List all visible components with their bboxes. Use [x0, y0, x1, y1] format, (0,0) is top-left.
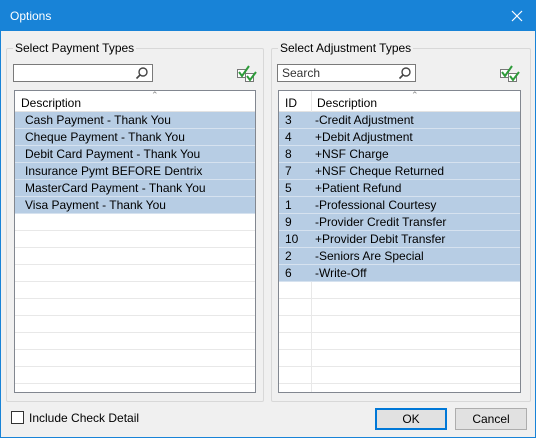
cell-description: -Professional Courtesy	[315, 198, 437, 212]
cell-id: 1	[285, 198, 292, 212]
cell-description: -Seniors Are Special	[315, 249, 424, 263]
column-header-id[interactable]: ID	[279, 91, 311, 111]
include-check-detail-checkbox[interactable]	[11, 411, 24, 424]
cell-description: +Patient Refund	[315, 181, 402, 195]
column-header-description[interactable]: Description	[15, 91, 255, 111]
cell-description: -Credit Adjustment	[315, 113, 414, 127]
payment-types-group-label: Select Payment Types	[13, 41, 137, 55]
adjustment-search-input[interactable]	[280, 65, 394, 81]
payment-search-input[interactable]	[16, 65, 130, 81]
payment-types-list[interactable]: Description ⌃ Cash Payment - Thank You Ch…	[14, 90, 256, 393]
cell-id: 6	[285, 266, 292, 280]
table-row[interactable]: 5 +Patient Refund	[279, 180, 520, 197]
include-check-detail-label: Include Check Detail	[29, 411, 140, 425]
cell-id: 9	[285, 215, 292, 229]
select-all-check-icon[interactable]	[499, 64, 521, 84]
table-row[interactable]: Visa Payment - Thank You	[15, 197, 255, 214]
cell-description: Debit Card Payment - Thank You	[25, 147, 201, 161]
empty-row	[15, 299, 255, 316]
table-row[interactable]: 1 -Professional Courtesy	[279, 197, 520, 214]
empty-row	[15, 282, 255, 299]
cell-id: 5	[285, 181, 292, 195]
payment-list-header: Description ⌃	[15, 91, 255, 112]
cell-description: -Write-Off	[315, 266, 367, 280]
table-row[interactable]: 3 -Credit Adjustment	[279, 112, 520, 129]
cell-description: Insurance Pymt BEFORE Dentrix	[25, 164, 203, 178]
empty-row	[15, 214, 255, 231]
cell-description: Cash Payment - Thank You	[25, 113, 171, 127]
cell-description: +Debit Adjustment	[315, 130, 413, 144]
empty-row	[15, 333, 255, 350]
adjustment-types-group-label: Select Adjustment Types	[278, 41, 414, 55]
table-row[interactable]: Cash Payment - Thank You	[15, 112, 255, 129]
cell-description: +NSF Cheque Returned	[315, 164, 445, 178]
cell-id: 3	[285, 113, 292, 127]
table-row[interactable]: 4 +Debit Adjustment	[279, 129, 520, 146]
adjustment-types-list[interactable]: ID Description ⌃ 3 -Credit Adjustment 4 +De…	[278, 90, 521, 393]
cell-id: 10	[285, 232, 299, 246]
window-title: Options	[10, 9, 52, 23]
select-all-check-icon[interactable]	[236, 64, 258, 84]
search-icon[interactable]	[398, 66, 412, 80]
cancel-button[interactable]: Cancel	[455, 408, 527, 430]
empty-row	[15, 350, 255, 367]
cell-description: +Provider Debit Transfer	[315, 232, 446, 246]
table-row[interactable]: 2 -Seniors Are Special	[279, 248, 520, 265]
cell-id: 7	[285, 164, 292, 178]
cell-description: Cheque Payment - Thank You	[25, 130, 185, 144]
empty-row	[15, 316, 255, 333]
table-row[interactable]: 8 +NSF Charge	[279, 146, 520, 163]
empty-row	[15, 231, 255, 248]
empty-row	[15, 384, 255, 392]
empty-row	[279, 333, 520, 350]
sort-ascending-icon: ⌃	[151, 90, 159, 100]
cell-description: Visa Payment - Thank You	[25, 198, 166, 212]
ok-button[interactable]: OK	[375, 408, 447, 430]
payment-search-box[interactable]	[13, 64, 153, 82]
close-button[interactable]	[499, 1, 535, 31]
table-row[interactable]: 6 -Write-Off	[279, 265, 520, 282]
empty-row	[15, 248, 255, 265]
table-row[interactable]: Insurance Pymt BEFORE Dentrix	[15, 163, 255, 180]
table-row[interactable]: 9 -Provider Credit Transfer	[279, 214, 520, 231]
close-icon	[511, 10, 523, 22]
table-row[interactable]: MasterCard Payment - Thank You	[15, 180, 255, 197]
table-row[interactable]: Cheque Payment - Thank You	[15, 129, 255, 146]
sort-ascending-icon: ⌃	[411, 90, 419, 100]
cell-description: MasterCard Payment - Thank You	[25, 181, 206, 195]
cell-id: 8	[285, 147, 292, 161]
empty-row	[279, 316, 520, 333]
table-row[interactable]: Debit Card Payment - Thank You	[15, 146, 255, 163]
table-row[interactable]: 7 +NSF Cheque Returned	[279, 163, 520, 180]
title-bar[interactable]: Options	[1, 1, 535, 31]
empty-row	[279, 282, 520, 299]
empty-row	[279, 350, 520, 367]
adjustment-list-header: ID Description ⌃	[279, 91, 520, 112]
adjustment-search-box[interactable]	[277, 64, 416, 82]
cell-description: +NSF Charge	[315, 147, 389, 161]
cell-description: -Provider Credit Transfer	[315, 215, 447, 229]
empty-row	[279, 384, 520, 392]
empty-row	[15, 265, 255, 282]
empty-row	[279, 367, 520, 384]
search-icon[interactable]	[135, 66, 149, 80]
cell-id: 2	[285, 249, 292, 263]
cell-id: 4	[285, 130, 292, 144]
empty-row	[15, 367, 255, 384]
empty-row	[279, 299, 520, 316]
table-row[interactable]: 10 +Provider Debit Transfer	[279, 231, 520, 248]
